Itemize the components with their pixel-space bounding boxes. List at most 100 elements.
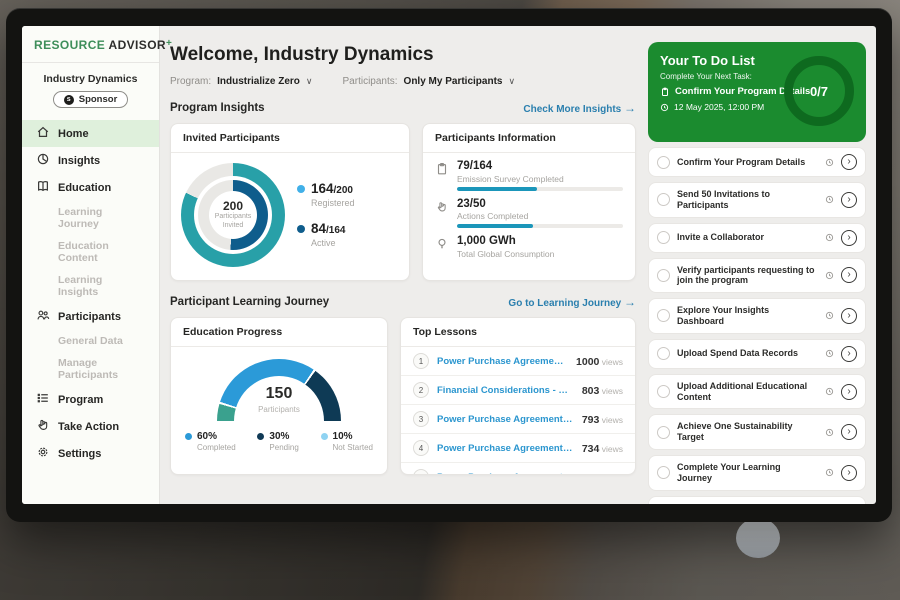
sidebar-item-education-content[interactable]: Education Content: [22, 235, 159, 269]
metric-label: Total Global Consumption: [457, 249, 623, 259]
task-item[interactable]: Invite a Collaborator ›: [648, 223, 866, 253]
todo-panel: Your To Do List Complete Your Next Task:…: [648, 26, 876, 504]
task-label: Achieve One Sustainability Target: [677, 421, 818, 443]
task-item[interactable]: Upload Spend Data Records ›: [648, 339, 866, 369]
task-item[interactable]: Verify participants requesting to join t…: [648, 258, 866, 294]
clock-icon: [825, 428, 834, 437]
lesson-link[interactable]: Power Purchase Agreements 102: [437, 443, 574, 454]
sidebar-item-label: Program: [58, 394, 103, 406]
arrow-right-icon: →: [624, 101, 636, 115]
program-value: Industrialize Zero: [217, 76, 300, 87]
app-logo: RESOURCE ADVISOR+: [22, 36, 159, 60]
task-label: Confirm Your Program Details: [677, 157, 818, 168]
sponsor-badge[interactable]: s Sponsor: [53, 91, 129, 108]
clock-icon: [825, 158, 834, 167]
clock-icon: [825, 233, 834, 242]
legend-completed: 60% Completed: [185, 431, 236, 452]
sidebar-item-label: Take Action: [58, 421, 119, 433]
task-open-button[interactable]: ›: [841, 465, 857, 481]
task-checkbox[interactable]: [657, 269, 670, 282]
actions-icon: [435, 198, 449, 229]
go-to-learning-journey-link[interactable]: Go to Learning Journey →: [508, 295, 636, 309]
card-title: Participants Information: [423, 124, 635, 153]
todo-progress-count: 0/7: [810, 84, 828, 99]
clock-icon: [660, 103, 669, 112]
task-checkbox[interactable]: [657, 385, 670, 398]
task-open-button[interactable]: ›: [841, 308, 857, 324]
task-item[interactable]: Achieve One Sustainability Target ›: [648, 414, 866, 450]
task-checkbox[interactable]: [657, 347, 670, 360]
gauge-center-value: 150: [217, 385, 341, 403]
legend-dot: [185, 433, 192, 440]
task-checkbox[interactable]: [657, 309, 670, 322]
participants-select[interactable]: Participants: Only My Participants ∨: [343, 76, 516, 87]
lesson-row: 5 Power Purchase Agreements 103 600 view…: [401, 463, 635, 475]
task-open-button[interactable]: ›: [841, 192, 857, 208]
lesson-link[interactable]: Power Purchase Agreements 103: [437, 472, 574, 476]
link-label: Go to Learning Journey: [508, 298, 621, 309]
gauge-legend: 60% Completed 30% Pending 10%: [171, 421, 387, 452]
take-action-icon: [36, 418, 50, 435]
insights-cards-row: Invited Participants 200 Participants In…: [170, 123, 636, 281]
sidebar-item-manage-participants[interactable]: Manage Participants: [22, 352, 159, 386]
task-item[interactable]: Complete Your Learning Journey ›: [648, 455, 866, 491]
sidebar-item-education[interactable]: Education: [22, 174, 159, 201]
arrow-right-icon: →: [624, 295, 636, 309]
task-checkbox[interactable]: [657, 466, 670, 479]
task-open-button[interactable]: ›: [841, 346, 857, 362]
clock-icon: [825, 311, 834, 320]
task-open-button[interactable]: ›: [841, 154, 857, 170]
sidebar-item-label: Insights: [58, 155, 100, 167]
learning-journey-header: Participant Learning Journey Go to Learn…: [170, 295, 636, 309]
task-checkbox[interactable]: [657, 193, 670, 206]
task-item[interactable]: Upload Additional Educational Content ›: [648, 374, 866, 410]
link-label: Check More Insights: [523, 104, 621, 115]
task-open-button[interactable]: ›: [841, 424, 857, 440]
emission-survey-row: 79/164 Emission Survey Completed: [423, 153, 635, 191]
lesson-link[interactable]: Power Purchase Agreements 101: [437, 356, 568, 367]
sidebar-item-general-data[interactable]: General Data: [22, 330, 159, 352]
sidebar-item-take-action[interactable]: Take Action: [22, 413, 159, 440]
sponsor-icon: s: [64, 95, 74, 105]
monitor-stand: [736, 518, 780, 558]
donut-legend: 164/200 Registered 84/164 Active: [297, 182, 355, 248]
sidebar-item-participants[interactable]: Participants: [22, 303, 159, 330]
lesson-link[interactable]: Power Purchase Agreements 101: [437, 414, 574, 425]
lesson-row: 4 Power Purchase Agreements 102 734 view…: [401, 434, 635, 463]
logo-advisor: ADVISOR: [109, 38, 166, 52]
invited-participants-donut: 200 Participants Invited: [181, 163, 285, 267]
task-open-button[interactable]: ›: [841, 267, 857, 283]
program-insights-header: Program Insights Check More Insights →: [170, 101, 636, 115]
legend-label: Pending: [269, 443, 298, 452]
task-open-button[interactable]: ›: [841, 230, 857, 246]
task-label: Verify participants requesting to join t…: [677, 265, 818, 287]
sidebar-item-learning-insights[interactable]: Learning Insights: [22, 269, 159, 303]
views-suffix: views: [599, 357, 623, 367]
sidebar-item-insights[interactable]: Insights: [22, 147, 159, 174]
sidebar-item-home[interactable]: Home: [22, 120, 159, 147]
metric-label: Actions Completed: [457, 211, 623, 221]
legend-label: Completed: [197, 443, 236, 452]
app-window: RESOURCE ADVISOR+ Industry Dynamics s Sp…: [22, 26, 876, 504]
task-item[interactable]: Confirm Your Program Details ›: [648, 147, 866, 177]
task-item[interactable]: Explore Your Insights Dashboard ›: [648, 298, 866, 334]
settings-icon: [36, 445, 50, 462]
participants-information-card: Participants Information 79/164 Emission…: [422, 123, 636, 281]
progress-fill: [457, 187, 537, 191]
task-checkbox[interactable]: [657, 156, 670, 169]
legend-dot: [257, 433, 264, 440]
task-checkbox[interactable]: [657, 426, 670, 439]
lesson-link[interactable]: Financial Considerations - VPPAs: [437, 385, 574, 396]
sidebar-item-program[interactable]: Program: [22, 386, 159, 413]
sidebar-item-learning-journey[interactable]: Learning Journey: [22, 201, 159, 235]
legend-label: Active: [311, 238, 346, 248]
task-checkbox[interactable]: [657, 231, 670, 244]
program-label: Program:: [170, 76, 211, 87]
program-select[interactable]: Program: Industrialize Zero ∨: [170, 76, 313, 87]
clock-icon: [825, 387, 834, 396]
task-open-button[interactable]: ›: [841, 384, 857, 400]
views-suffix: views: [599, 444, 623, 454]
check-more-insights-link[interactable]: Check More Insights →: [523, 101, 636, 115]
sidebar-item-settings[interactable]: Settings: [22, 440, 159, 467]
task-item[interactable]: Send 50 Invitations to Participants ›: [648, 182, 866, 218]
